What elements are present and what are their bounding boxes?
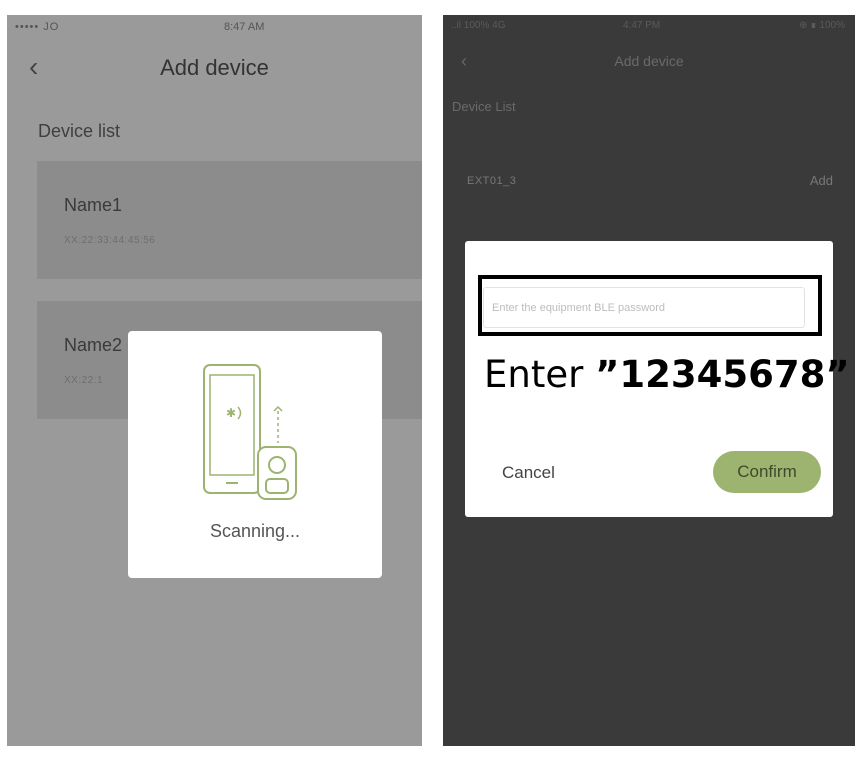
battery-indicator: ⊕ ∎ 100%	[799, 20, 845, 31]
ble-password-input[interactable]	[483, 287, 805, 328]
status-time: 4:47 PM	[623, 20, 661, 31]
svg-text:✱: ✱	[226, 406, 236, 420]
scanning-dialog: ✱ Scanning...	[128, 331, 382, 578]
confirm-button[interactable]: Confirm	[713, 451, 821, 493]
status-bar: ..il 100% 4G 4:47 PM ⊕ ∎ 100%	[443, 15, 855, 41]
status-bar: ••••• JO 8:47 AM	[7, 15, 422, 45]
page-title: Add device	[614, 53, 684, 69]
left-phone-screen: ••••• JO 8:47 AM ‹ Add device Device lis…	[7, 15, 422, 746]
device-name: Name2	[64, 335, 123, 355]
device-name: EXT01_3	[467, 175, 517, 187]
device-name: Name1	[64, 195, 123, 215]
status-time: 8:47 AM	[224, 21, 265, 33]
right-phone-screen: ..il 100% 4G 4:47 PM ⊕ ∎ 100% ‹ Add devi…	[443, 15, 855, 746]
cancel-button[interactable]: Cancel	[502, 463, 555, 483]
device-card[interactable]: Name1 XX:22:33:44:45:56	[37, 161, 422, 279]
device-list-label: Device List	[452, 99, 516, 114]
page-title: Add device	[160, 55, 269, 80]
add-device-button[interactable]: Add	[810, 173, 833, 188]
instruction-code: ”12345678”	[595, 353, 850, 396]
instruction-prefix: Enter	[484, 353, 596, 396]
device-address: XX:22:33:44:45:56	[64, 235, 156, 246]
signal-indicator: ..il 100% 4G	[451, 20, 506, 31]
password-instruction: Enter ”12345678”	[484, 353, 850, 396]
device-list-label: Device list	[38, 121, 121, 141]
signal-indicator: ••••• JO	[15, 21, 60, 33]
device-address: XX:22:1	[64, 375, 104, 386]
password-dialog: Enter ”12345678” Cancel Confirm	[465, 241, 850, 517]
scanning-label: Scanning...	[209, 521, 301, 541]
phone-bluetooth-device-icon: ✱	[203, 364, 297, 500]
